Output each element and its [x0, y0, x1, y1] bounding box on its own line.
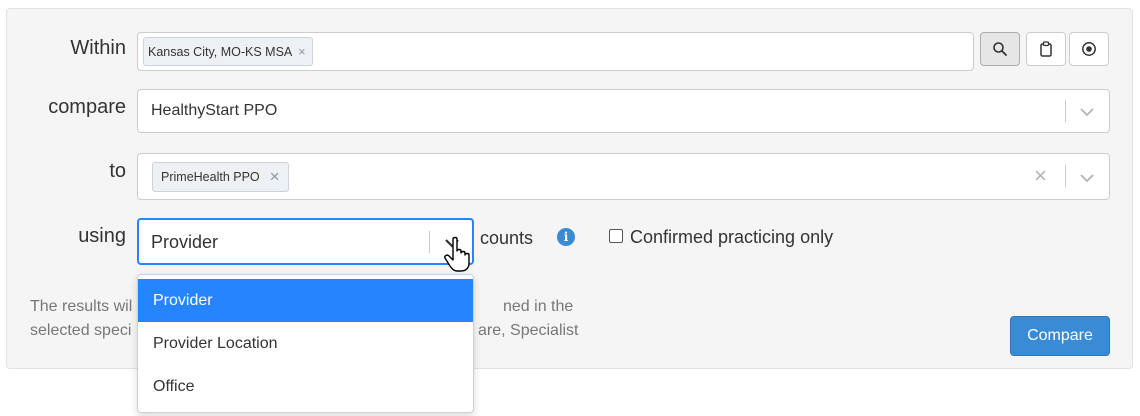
to-tag: PrimeHealth PPO ×: [152, 162, 289, 192]
using-separator: [429, 231, 430, 253]
to-separator: [1065, 165, 1066, 187]
to-select[interactable]: PrimeHealth PPO × ×: [137, 153, 1110, 200]
to-tag-label: PrimeHealth PPO: [161, 170, 260, 184]
compare-value: HealthyStart PPO: [151, 102, 278, 119]
to-tag-remove-icon[interactable]: ×: [270, 167, 280, 187]
description-line1-right: ned in the: [503, 298, 574, 315]
search-button[interactable]: [980, 32, 1020, 66]
confirmed-checkbox[interactable]: [609, 229, 623, 243]
description-line2-right: are, Specialist: [478, 322, 579, 339]
compare-separator: [1065, 100, 1066, 122]
compare-select[interactable]: HealthyStart PPO: [137, 89, 1110, 133]
to-label: to: [109, 160, 126, 182]
using-dropdown-menu: Provider Provider Location Office: [137, 274, 474, 413]
compare-button[interactable]: Compare: [1010, 316, 1110, 356]
counts-label: counts: [480, 228, 534, 248]
description-line2-left: selected speci: [30, 322, 132, 339]
dropdown-option-office[interactable]: Office: [138, 365, 473, 408]
using-value: Provider: [151, 232, 219, 252]
within-tag-label: Kansas City, MO-KS MSA: [148, 44, 293, 59]
clear-icon[interactable]: ×: [1034, 163, 1047, 189]
within-tag-remove-icon[interactable]: ×: [298, 45, 305, 59]
chevron-down-icon[interactable]: [1079, 106, 1095, 118]
clipboard-button[interactable]: [1026, 32, 1066, 66]
using-select[interactable]: Provider: [137, 218, 474, 265]
using-label: using: [78, 225, 126, 247]
hand-cursor-icon: [444, 236, 470, 272]
radio-dot-icon: [1082, 42, 1096, 56]
chevron-down-icon[interactable]: [1079, 172, 1095, 184]
compare-label: compare: [48, 96, 126, 118]
search-icon: [993, 42, 1007, 56]
info-icon[interactable]: i: [557, 228, 575, 246]
dropdown-option-provider[interactable]: Provider: [138, 279, 473, 322]
within-tag: Kansas City, MO-KS MSA ×: [143, 37, 313, 66]
within-input[interactable]: Kansas City, MO-KS MSA ×: [137, 32, 974, 71]
description-line1-left: The results wil: [30, 298, 133, 315]
clipboard-icon: [1040, 41, 1052, 57]
confirmed-label: Confirmed practicing only: [630, 227, 834, 247]
within-label: Within: [70, 37, 126, 59]
dropdown-option-provider-location[interactable]: Provider Location: [138, 322, 473, 365]
radio-button[interactable]: [1069, 32, 1109, 66]
